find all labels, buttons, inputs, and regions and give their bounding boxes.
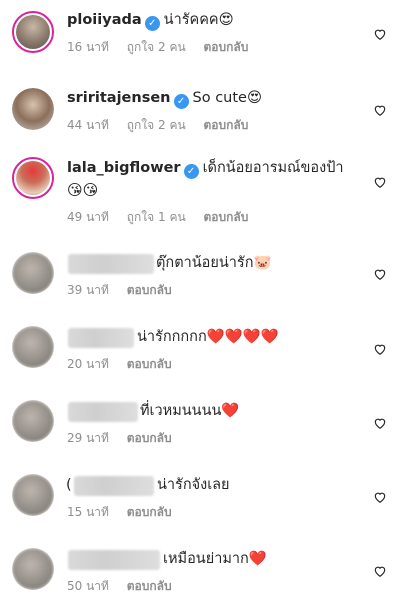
heart-icon[interactable] xyxy=(373,416,387,430)
heart-icon[interactable] xyxy=(373,564,387,578)
blurred-username xyxy=(74,476,154,496)
reply-button[interactable]: ตอบกลับ xyxy=(127,283,172,297)
reply-button[interactable]: ตอบกลับ xyxy=(204,40,249,54)
timestamp: 29 นาที xyxy=(67,431,109,445)
username[interactable]: sriritajensen xyxy=(67,90,171,106)
timestamp: 44 นาที xyxy=(67,118,109,132)
reply-button[interactable]: ตอบกลับ xyxy=(204,118,249,132)
comment-text: ที่เวหมนนนน❤️ xyxy=(140,403,240,419)
reply-button[interactable]: ตอบกลับ xyxy=(127,357,172,371)
heart-icon[interactable] xyxy=(373,175,387,189)
reply-button[interactable]: ตอบกลับ xyxy=(204,210,249,224)
likes-count[interactable]: ถูกใจ 2 คน xyxy=(127,40,186,54)
reply-button[interactable]: ตอบกลับ xyxy=(127,431,172,445)
heart-icon[interactable] xyxy=(373,267,387,281)
avatar[interactable] xyxy=(12,548,54,590)
verified-badge-icon: ✓ xyxy=(173,94,189,109)
verified-badge-icon: ✓ xyxy=(144,16,160,31)
heart-icon[interactable] xyxy=(373,103,387,117)
comment-prefix: ( xyxy=(66,477,72,493)
blurred-username xyxy=(68,328,134,348)
comment-text: เด็กน้อยอารมณ์ของป้า xyxy=(202,160,344,176)
timestamp: 15 นาที xyxy=(67,505,109,519)
username[interactable]: lala_bigflower xyxy=(67,160,181,176)
avatar[interactable] xyxy=(12,326,54,368)
avatar[interactable] xyxy=(12,157,54,199)
likes-count[interactable]: ถูกใจ 2 คน xyxy=(127,118,186,132)
avatar[interactable] xyxy=(12,400,54,442)
comment-text: เหมือนย่ามาก❤️ xyxy=(163,551,267,567)
comment-text: 😘😘 xyxy=(67,181,99,199)
likes-count[interactable]: ถูกใจ 1 คน xyxy=(127,210,186,224)
timestamp: 16 นาที xyxy=(67,40,109,54)
timestamp: 50 นาที xyxy=(67,579,109,593)
comment-text: น่ารักกกกก❤️❤️❤️❤️ xyxy=(137,329,279,345)
avatar[interactable] xyxy=(12,88,54,130)
comment-text: น่ารักจังเลย xyxy=(157,477,230,493)
comment-text: ตุ๊กตาน้อยน่ารัก🐷 xyxy=(156,255,272,271)
avatar[interactable] xyxy=(12,474,54,516)
comment-text: So cute😍 xyxy=(192,90,263,106)
heart-icon[interactable] xyxy=(373,490,387,504)
timestamp: 20 นาที xyxy=(67,357,109,371)
avatar[interactable] xyxy=(12,11,54,53)
timestamp: 49 นาที xyxy=(67,210,109,224)
username[interactable]: ploiiyada xyxy=(67,12,142,28)
avatar[interactable] xyxy=(12,252,54,294)
reply-button[interactable]: ตอบกลับ xyxy=(127,505,172,519)
reply-button[interactable]: ตอบกลับ xyxy=(127,579,172,593)
blurred-username xyxy=(68,550,160,570)
blurred-username xyxy=(68,402,138,422)
heart-icon[interactable] xyxy=(373,342,387,356)
comment-text: น่ารัคคค😍 xyxy=(163,12,234,28)
heart-icon[interactable] xyxy=(373,27,387,41)
blurred-username xyxy=(68,254,154,274)
timestamp: 39 นาที xyxy=(67,283,109,297)
verified-badge-icon: ✓ xyxy=(183,164,199,179)
